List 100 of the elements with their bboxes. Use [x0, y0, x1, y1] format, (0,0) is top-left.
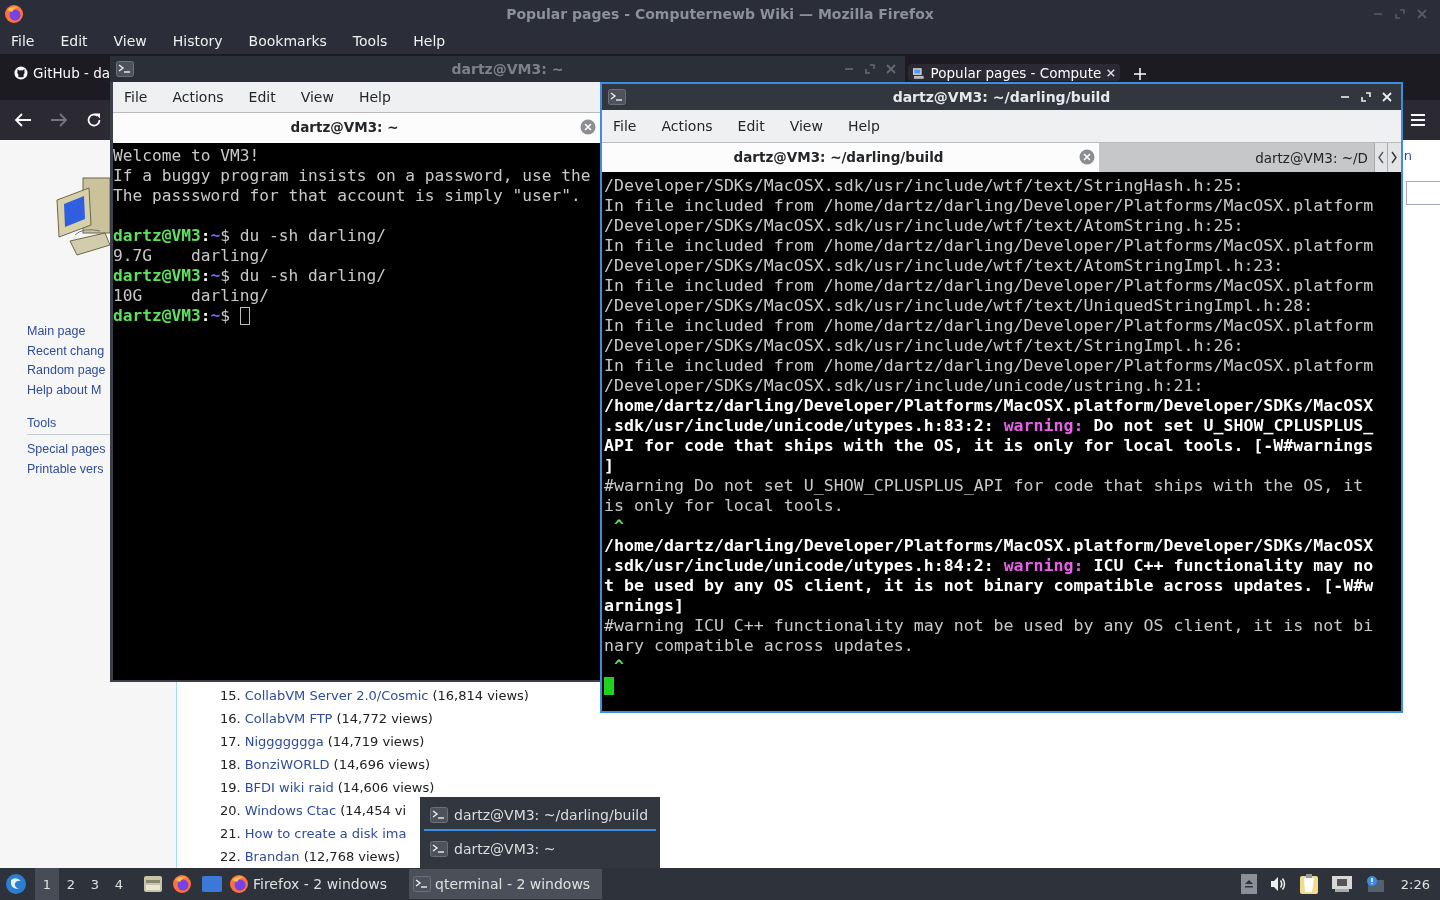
terminal-line: .sdk/usr/include/unicode/utypes.h:83:2: warning: Do not set U_SHOW_CPLUSPLUS_ — [604, 416, 1374, 436]
list-number: 21. — [220, 825, 241, 843]
browser-tab[interactable]: GitHub - da — [10, 64, 110, 81]
sidebar-link[interactable]: Random page — [27, 361, 106, 381]
search-field[interactable] — [1406, 181, 1440, 205]
menu-item[interactable]: Help — [838, 118, 889, 134]
speaker-icon[interactable] — [1268, 875, 1287, 893]
desktop-button[interactable]: 1 — [35, 868, 59, 900]
menu-item[interactable]: View — [780, 118, 832, 134]
menu-item[interactable]: Actions — [163, 89, 233, 105]
terminal-line: ^ — [613, 656, 624, 676]
network-icon[interactable] — [1330, 875, 1353, 893]
new-tab-icon[interactable] — [1134, 68, 1146, 80]
sidebar-heading: Tools — [27, 414, 110, 435]
close-icon[interactable] — [1381, 91, 1393, 103]
menu-item[interactable]: Actions — [652, 118, 722, 134]
page-link[interactable]: CollabVM Server 2.0/Cosmic — [244, 684, 429, 707]
menu-item[interactable]: dartz@VM3: ~ — [424, 834, 656, 865]
menu-item[interactable]: Help — [349, 89, 400, 105]
terminal-tab[interactable]: dartz@VM3: ~/D — [1099, 143, 1374, 172]
sidebar-link[interactable]: Recent chang — [27, 341, 105, 362]
terminal-line: arnings] — [604, 596, 684, 616]
menu-item[interactable]: Bookmarks — [239, 33, 336, 49]
start-menu-icon[interactable] — [5, 873, 27, 895]
firefox-icon — [229, 874, 249, 894]
window-title: Popular pages - Computernewb Wiki — Mozilla Firefox — [506, 6, 934, 22]
clock: 2:26 — [1400, 876, 1430, 892]
clipboard-icon[interactable] — [1298, 873, 1319, 895]
terminal-tab[interactable]: dartz@VM3: ~/darling/build — [602, 143, 1099, 172]
menu-item[interactable]: View — [291, 89, 343, 105]
taskbar-button[interactable]: qterminal - 2 windows — [409, 869, 603, 899]
terminal-line: The passsword for that account is simply "user". — [113, 186, 581, 206]
terminal-line: In file included from /home/dartz/darling/Developer/Platforms/MacOSX.platform — [604, 356, 1374, 376]
list-number: 17. — [220, 733, 241, 751]
desktop-button[interactable]: 3 — [83, 868, 107, 900]
eject-icon[interactable] — [1240, 874, 1257, 894]
page-link[interactable]: CollabVM FTP — [244, 707, 333, 730]
terminal-line: is only for local tools. — [604, 496, 844, 516]
back-icon[interactable] — [14, 112, 32, 128]
terminal-line: dartz@VM3:~$ du -sh darling/ — [113, 266, 386, 286]
terminal-line: API for code that ships with the OS, it is only for local tools. [-W#warnings — [604, 436, 1374, 456]
terminal-line: In file included from /home/dartz/darling/Developer/Platforms/MacOSX.platform — [604, 316, 1374, 336]
view-count: (12,768 views) — [303, 848, 401, 866]
list-number: 18. — [220, 756, 241, 774]
terminal-icon — [116, 61, 134, 77]
notification-icon[interactable] — [1364, 875, 1385, 893]
sidebar-link[interactable]: Help about M — [27, 380, 102, 401]
menu-item[interactable]: File — [2, 33, 44, 49]
view-count: (14,454 vi — [340, 802, 407, 820]
terminal-line: /Developer/SDKs/MacOSX.sdk/usr/include/wtf/text/AtomStringImpl.h:23: — [604, 256, 1284, 276]
terminal-line: ] — [604, 456, 614, 476]
maximize-icon[interactable] — [1360, 91, 1372, 103]
terminal-line: t be used by any OS client, it is not binary compatible across updates. [-W#w — [604, 576, 1374, 596]
menu-item[interactable]: Edit — [728, 118, 774, 134]
menu-item[interactable]: Tools — [343, 33, 397, 49]
terminal-line: nary compatible across updates. — [604, 636, 914, 656]
menu-item[interactable]: Help — [404, 33, 455, 49]
browser-tab[interactable]: Popular pages - Compute — [908, 64, 1120, 81]
list-number: 19. — [220, 779, 241, 797]
page-link[interactable]: Windows Ctac — [244, 799, 337, 822]
terminal-line: In file included from /home/dartz/darling/Developer/Platforms/MacOSX.platform — [604, 196, 1374, 216]
terminal-tab[interactable]: dartz@VM3: ~ — [113, 113, 600, 143]
view-count: (14,772 views) — [336, 710, 433, 728]
list-number: 15. — [220, 687, 241, 705]
terminal-line: In file included from /home/dartz/darling/Developer/Platforms/MacOSX.platform — [604, 276, 1374, 296]
list-number: 16. — [220, 710, 241, 728]
header-link[interactable]: n — [1403, 148, 1412, 163]
terminal-line: Welcome to VM3! — [113, 146, 260, 166]
menu-item[interactable]: Edit — [239, 89, 285, 105]
terminal-line: /Developer/SDKs/MacOSX.sdk/usr/include/unicode/ustring.h:21: — [604, 376, 1204, 396]
menu-item[interactable]: History — [163, 33, 232, 49]
page-link[interactable]: Brandan — [244, 845, 300, 868]
sidebar-link[interactable]: Printable vers — [27, 459, 104, 480]
firefox-icon[interactable] — [172, 874, 192, 894]
sidebar-link[interactable]: Main page — [27, 322, 86, 342]
reload-icon[interactable] — [86, 112, 102, 128]
window-title: dartz@VM3: ~ — [451, 61, 564, 77]
desktop-icon[interactable] — [201, 875, 223, 893]
desktop-button[interactable]: 2 — [59, 868, 83, 900]
terminal-line: /Developer/SDKs/MacOSX.sdk/usr/include/wtf/text/StringImpl.h:26: — [604, 336, 1244, 356]
menu-item[interactable]: dartz@VM3: ~/darling/build — [424, 800, 656, 831]
desktop-button[interactable]: 4 — [107, 868, 131, 900]
menu-item[interactable]: File — [115, 89, 157, 105]
terminal-line: /home/dartz/darling/Developer/Platforms/MacOSX.platform/Developer/SDKs/MacOSX — [604, 396, 1374, 416]
menu-item[interactable]: File — [604, 118, 646, 134]
menu-icon[interactable] — [1410, 113, 1426, 127]
page-link[interactable]: How to create a disk ima — [244, 822, 407, 845]
page-link[interactable]: BFDI wiki raid — [244, 776, 334, 799]
terminal-line: 10G darling/ — [113, 286, 269, 306]
menu-item[interactable]: View — [104, 33, 156, 49]
file-manager-icon[interactable] — [143, 874, 163, 894]
page-link[interactable]: Niggggggga — [244, 730, 324, 753]
sidebar-link[interactable]: Special pages — [27, 439, 106, 460]
menu-item[interactable]: Edit — [51, 33, 97, 49]
view-count: (14,606 views) — [337, 779, 435, 797]
terminal-line: .sdk/usr/include/unicode/utypes.h:84:2: warning: ICU C++ functionality may no — [604, 556, 1374, 576]
taskbar-button[interactable]: Firefox - 2 windows — [225, 869, 400, 899]
page-link[interactable]: BonziWORLD — [244, 753, 330, 776]
tab-close-icon[interactable] — [1106, 67, 1116, 78]
forward-icon[interactable] — [50, 112, 68, 128]
